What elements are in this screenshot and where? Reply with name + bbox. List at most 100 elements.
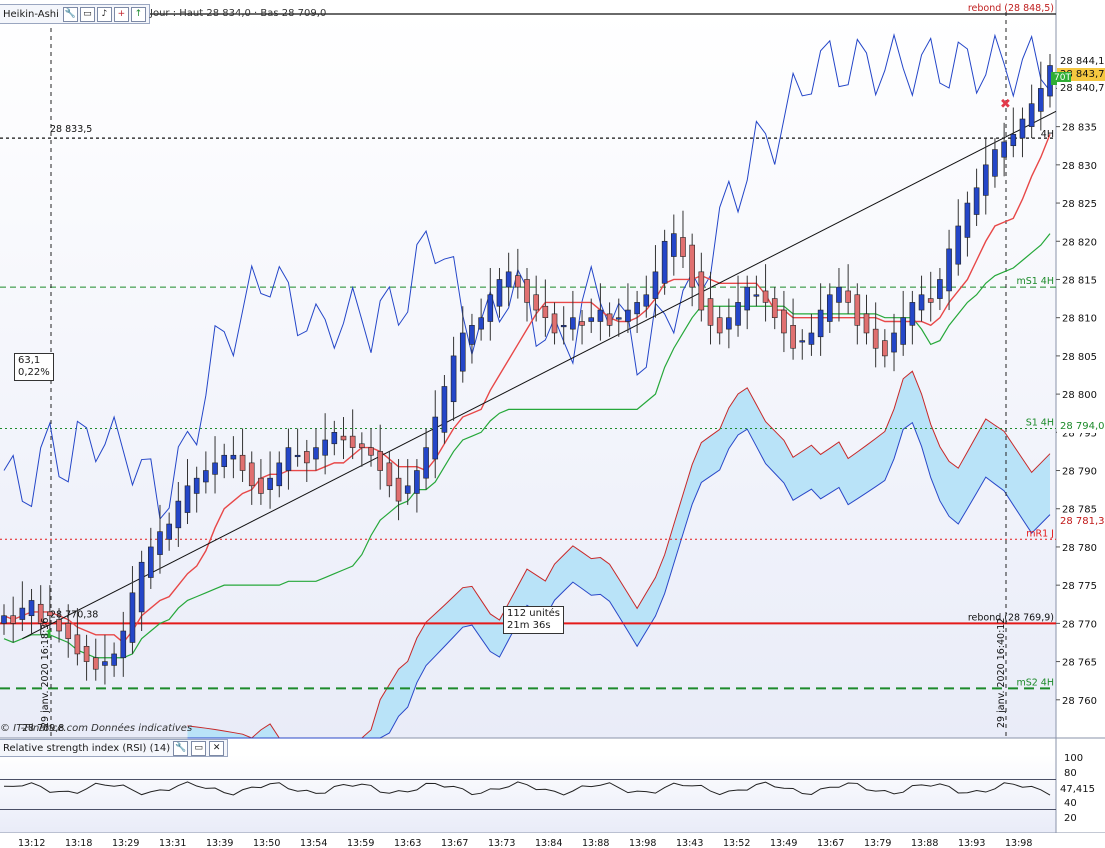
x-tick-label: 13:59 <box>347 838 374 848</box>
x-tick-label: 13:67 <box>817 838 844 848</box>
candle-body <box>386 462 393 487</box>
candle-body <box>441 386 448 433</box>
arrow-up-icon[interactable]: ↑ <box>130 6 146 22</box>
candle-body <box>1010 133 1017 147</box>
candle-body <box>303 451 310 464</box>
candle-body <box>891 332 897 353</box>
candle-body <box>111 653 117 666</box>
candle-body <box>863 313 870 334</box>
y-tick-label: 28 780 <box>1062 543 1097 554</box>
candle-body <box>331 432 338 445</box>
candle-body <box>175 500 182 529</box>
candle-body <box>937 279 943 299</box>
rsi-tick-label: 80 <box>1064 768 1077 779</box>
candle-body <box>496 279 503 307</box>
y-tick-label: 28 775 <box>1062 581 1097 592</box>
chart-type-label: Heikin-Ashi <box>3 8 59 20</box>
candle-body <box>826 294 833 322</box>
candle-body <box>1019 118 1026 139</box>
x-tick-label: 13:39 <box>206 838 233 848</box>
window-icon[interactable]: ▭ <box>191 740 207 756</box>
candle-body <box>56 619 62 632</box>
candle-body <box>753 294 760 297</box>
x-tick-label: 13:73 <box>488 838 515 848</box>
candle-body <box>836 286 842 303</box>
green-arrow-icon: ⬆ <box>44 627 54 641</box>
y-tick-label: 28 810 <box>1062 314 1097 325</box>
wrench-icon[interactable]: 🔧 <box>62 6 78 22</box>
y-tick-label: 28 825 <box>1062 199 1097 210</box>
bell-icon[interactable]: ♪ <box>96 6 112 22</box>
candle-body <box>102 661 108 666</box>
alert-plus-icon[interactable]: + <box>113 6 129 22</box>
candle-body <box>707 298 714 326</box>
candle-body <box>615 317 622 320</box>
candle-body <box>671 233 677 257</box>
x-tick-label: 13:67 <box>441 838 468 848</box>
candle-body <box>698 271 705 311</box>
candle-body <box>570 317 576 330</box>
candle-body <box>368 447 374 456</box>
candle-body <box>606 313 613 326</box>
x-tick-label: 13:54 <box>300 838 327 848</box>
candle-body <box>294 454 301 458</box>
measure-value: 63,1 <box>18 355 41 366</box>
candle-body <box>157 531 163 555</box>
candle-body <box>276 462 283 487</box>
candle-body <box>625 309 631 322</box>
y-tick-label: 28 805 <box>1062 352 1097 363</box>
candle-body <box>982 164 989 196</box>
date-label-right: 29 janv. 2020 16:40:12 <box>996 618 1007 728</box>
candle-body <box>955 225 962 265</box>
candle-body <box>524 279 530 303</box>
level-dashed-label: 28 833,5 <box>50 124 92 135</box>
candle-body <box>377 451 383 471</box>
units-box: 112 unités 21m 36s <box>503 606 565 634</box>
x-tick-label: 13:84 <box>535 838 562 848</box>
rsi-background <box>0 755 1056 833</box>
candle-body <box>129 592 136 643</box>
units-duration: 21m 36s <box>507 620 551 631</box>
candle-body <box>166 523 172 540</box>
candle-body <box>560 325 567 328</box>
x-tick-label: 13:79 <box>864 838 891 848</box>
close-icon[interactable]: ✕ <box>209 740 225 756</box>
wrench-icon[interactable]: 🔧 <box>173 740 189 756</box>
candle-body <box>230 454 237 460</box>
candle-body <box>771 298 778 318</box>
s1-price-tag: 28 794,0 <box>1057 420 1105 433</box>
candle-body <box>790 325 796 349</box>
candle-body <box>459 332 466 372</box>
candle-body <box>313 447 319 460</box>
left-price-label: 28 770,38 <box>50 609 98 620</box>
y-tick-label: 28 760 <box>1062 696 1097 707</box>
candle-body <box>19 607 26 620</box>
red-cross-icon: ✖ <box>1000 97 1011 112</box>
x-tick-label: 13:43 <box>676 838 703 848</box>
x-tick-label: 13:88 <box>582 838 609 848</box>
candle-body <box>716 317 723 334</box>
candle-body <box>28 600 35 617</box>
candle-body <box>74 634 81 655</box>
candle-body <box>762 290 769 303</box>
candle-body <box>680 237 686 257</box>
candle-body <box>414 470 420 494</box>
candle-body <box>487 294 494 322</box>
candle-body <box>505 271 512 288</box>
candle-body <box>992 149 998 177</box>
candle-body <box>285 447 292 471</box>
chart-toolbar: Heikin-Ashi 🔧 ▭ ♪ + ↑ <box>0 4 150 24</box>
candle-body <box>248 462 255 487</box>
candle-body <box>634 302 640 315</box>
measure-pct: 0,22% <box>18 367 50 378</box>
window-icon[interactable]: ▭ <box>79 6 95 22</box>
y-tick-label: 28 830 <box>1062 161 1097 172</box>
candle-body <box>588 317 595 322</box>
y-tick-label: 28 770 <box>1062 619 1097 630</box>
candle-body <box>927 298 934 303</box>
rsi-tick-label: 20 <box>1064 813 1077 824</box>
rsi-toolbar: Relative strength index (RSI) (14) 🔧 ▭ ✕ <box>0 739 229 757</box>
x-tick-label: 13:98 <box>629 838 656 848</box>
measure-box: 63,1 0,22% <box>14 353 54 381</box>
candle-body <box>542 305 549 318</box>
